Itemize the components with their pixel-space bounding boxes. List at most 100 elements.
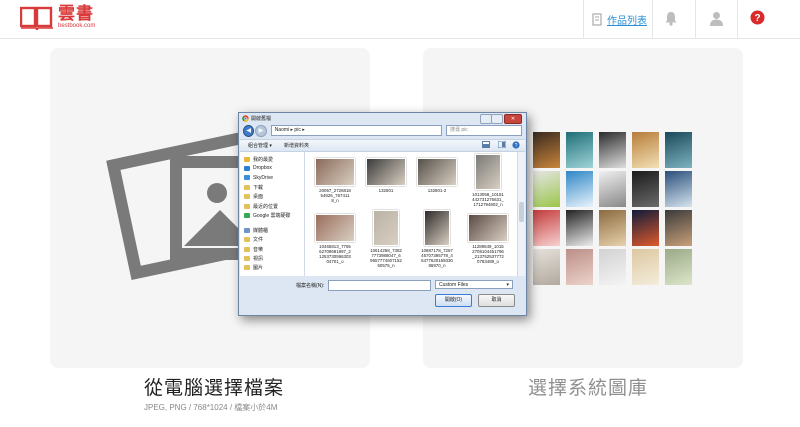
help-icon[interactable]: ? (750, 10, 765, 30)
chevron-down-icon: ▾ (506, 282, 509, 288)
nav-item[interactable]: SkyDrive (244, 175, 273, 181)
nav-item[interactable]: 圖片 (244, 264, 263, 271)
file-item[interactable]: 132801 (360, 154, 412, 193)
nav-item-label: 音樂 (253, 246, 264, 253)
dialog-toolbar: 組合管理 ▾ 新增資料夾 ? (240, 139, 525, 152)
folder-icon (244, 184, 250, 190)
dialog-title: 開啟舊檔 (251, 116, 272, 122)
nav-item[interactable]: Google 雲端硬碟 (244, 212, 291, 219)
file-thumbnail (315, 214, 355, 242)
library-thumbnail[interactable] (665, 132, 692, 168)
library-thumbnail[interactable] (566, 210, 593, 246)
nav-item-label: 最近的位置 (253, 203, 279, 210)
library-thumbnail[interactable] (566, 249, 593, 285)
library-thumbnail[interactable] (533, 249, 560, 285)
library-thumbnail[interactable] (533, 210, 560, 246)
file-thumbnail (424, 210, 450, 246)
library-thumbnail[interactable] (665, 210, 692, 246)
address-bar: ◀ ▶ Naomi ▸ pic ▸ 搜尋 pic (243, 124, 522, 137)
file-name: 20057_2726818 54926_767411 8_n (319, 188, 351, 203)
cancel-button[interactable]: 取消 (478, 294, 515, 307)
filename-input[interactable] (328, 280, 431, 291)
logo-title: 雲書 (58, 4, 94, 24)
library-thumbnail[interactable] (632, 132, 659, 168)
nav-item-label: SkyDrive (253, 174, 274, 181)
logo[interactable]: 雲書 bestbook.com (19, 4, 95, 32)
close-button[interactable]: ✕ (504, 114, 522, 124)
file-item[interactable]: 20057_2726818 54926_767411 8_n (309, 154, 361, 203)
preview-pane-icon[interactable] (497, 140, 507, 150)
library-thumbnail[interactable] (665, 249, 692, 285)
library-thumbnail[interactable] (599, 249, 626, 285)
nav-item-label: 文件 (253, 237, 264, 244)
maximize-button[interactable] (491, 114, 503, 124)
user-icon[interactable] (709, 11, 724, 31)
nav-item[interactable]: 我的最愛 (244, 156, 273, 163)
nav-item-label: Dropbox (253, 165, 272, 172)
new-folder-button[interactable]: 新增資料夾 (284, 142, 309, 149)
help-icon[interactable]: ? (512, 141, 520, 151)
bell-icon[interactable] (664, 11, 678, 31)
file-item[interactable]: 1013058_10151 442731276631_ 1712794902_n (462, 154, 514, 207)
dropbox-icon (244, 165, 250, 171)
nav-item-label: 下載 (253, 184, 264, 191)
library-thumbnail[interactable] (566, 171, 593, 207)
file-item[interactable]: 10614258_7382 7773988047_6 9657774607152… (360, 210, 412, 268)
search-input[interactable]: 搜尋 pic (446, 125, 522, 136)
folder-icon (244, 265, 250, 271)
filetype-select[interactable]: Custom Files ▾ (435, 280, 513, 289)
nav-item-label: 視訊 (253, 256, 264, 262)
file-item[interactable]: 11289549_1015 2708104451796 _21375253777… (462, 210, 514, 264)
svg-text:?: ? (754, 13, 760, 24)
nav-item[interactable]: Dropbox (244, 165, 272, 171)
navigation-pane: 我的最愛 Dropbox SkyDrive 下載桌面最近的位置 Google 雲端硬碟媒… (240, 152, 305, 276)
cloud-icon (244, 175, 250, 181)
file-item[interactable]: 10887178_7267 45707395778_4 647762016933… (411, 210, 463, 268)
library-thumbnail[interactable] (566, 132, 593, 168)
back-arrow-icon[interactable]: ◀ (243, 124, 255, 137)
nav-item[interactable]: 文件 (244, 236, 263, 243)
library-thumbnail[interactable] (599, 132, 626, 168)
file-name: 132801 (378, 188, 394, 193)
library-thumbnail[interactable] (665, 171, 692, 207)
open-file-dialog: 開啟舊檔 ✕ ◀ ▶ Naomi ▸ pic ▸ 搜尋 pic 組合管理 ▾ 新… (238, 112, 527, 316)
upload-requirements-note: JPEG, PNG / 768*1024 / 檔案小於4M (144, 403, 278, 412)
file-list-scrollbar[interactable] (517, 152, 525, 276)
library-thumbnail[interactable] (632, 171, 659, 207)
filename-label: 檔案名稱(N): (296, 283, 325, 289)
nav-item[interactable]: 音樂 (244, 246, 263, 253)
open-button[interactable]: 開啟(O) (435, 294, 472, 307)
file-item[interactable]: 132801-2 (411, 154, 463, 193)
nav-item[interactable]: 媒體櫃 (244, 227, 268, 234)
nav-item[interactable]: 桌面 (244, 193, 263, 200)
header-divider (737, 0, 738, 38)
folder-icon (244, 237, 250, 243)
folder-icon (244, 203, 250, 209)
nav-item[interactable]: 最近的位置 (244, 203, 278, 210)
filetype-value: Custom Files (439, 282, 469, 288)
forward-arrow-icon[interactable]: ▶ (255, 124, 267, 137)
book-logo-icon (19, 6, 54, 32)
view-options-icon[interactable] (482, 141, 490, 150)
upload-from-computer-title[interactable]: 從電腦選擇檔案 (144, 373, 284, 400)
library-thumbnail[interactable] (533, 132, 560, 168)
folder-icon (244, 246, 250, 252)
organize-menu[interactable]: 組合管理 ▾ (248, 142, 272, 149)
library-thumbnail[interactable] (599, 171, 626, 207)
svg-text:?: ? (515, 143, 518, 149)
works-list-link[interactable]: 作品列表 (592, 12, 647, 27)
header-divider (695, 0, 696, 38)
library-thumbnail[interactable] (632, 210, 659, 246)
system-library-title[interactable]: 選擇系統圖庫 (528, 373, 648, 400)
library-thumbnail[interactable] (632, 249, 659, 285)
library-thumbnail[interactable] (599, 210, 626, 246)
library-icon (244, 228, 250, 234)
chrome-icon (242, 115, 249, 122)
library-thumbnail[interactable] (533, 171, 560, 207)
file-item[interactable]: 10465813_7765 62709681897_2 125373059630… (309, 210, 361, 264)
nav-item[interactable]: 下載 (244, 184, 263, 191)
folder-icon (244, 194, 250, 200)
nav-item-label: 桌面 (253, 194, 264, 201)
nav-item[interactable]: 視訊 (244, 255, 263, 262)
address-path-field[interactable]: Naomi ▸ pic ▸ (270, 125, 442, 136)
